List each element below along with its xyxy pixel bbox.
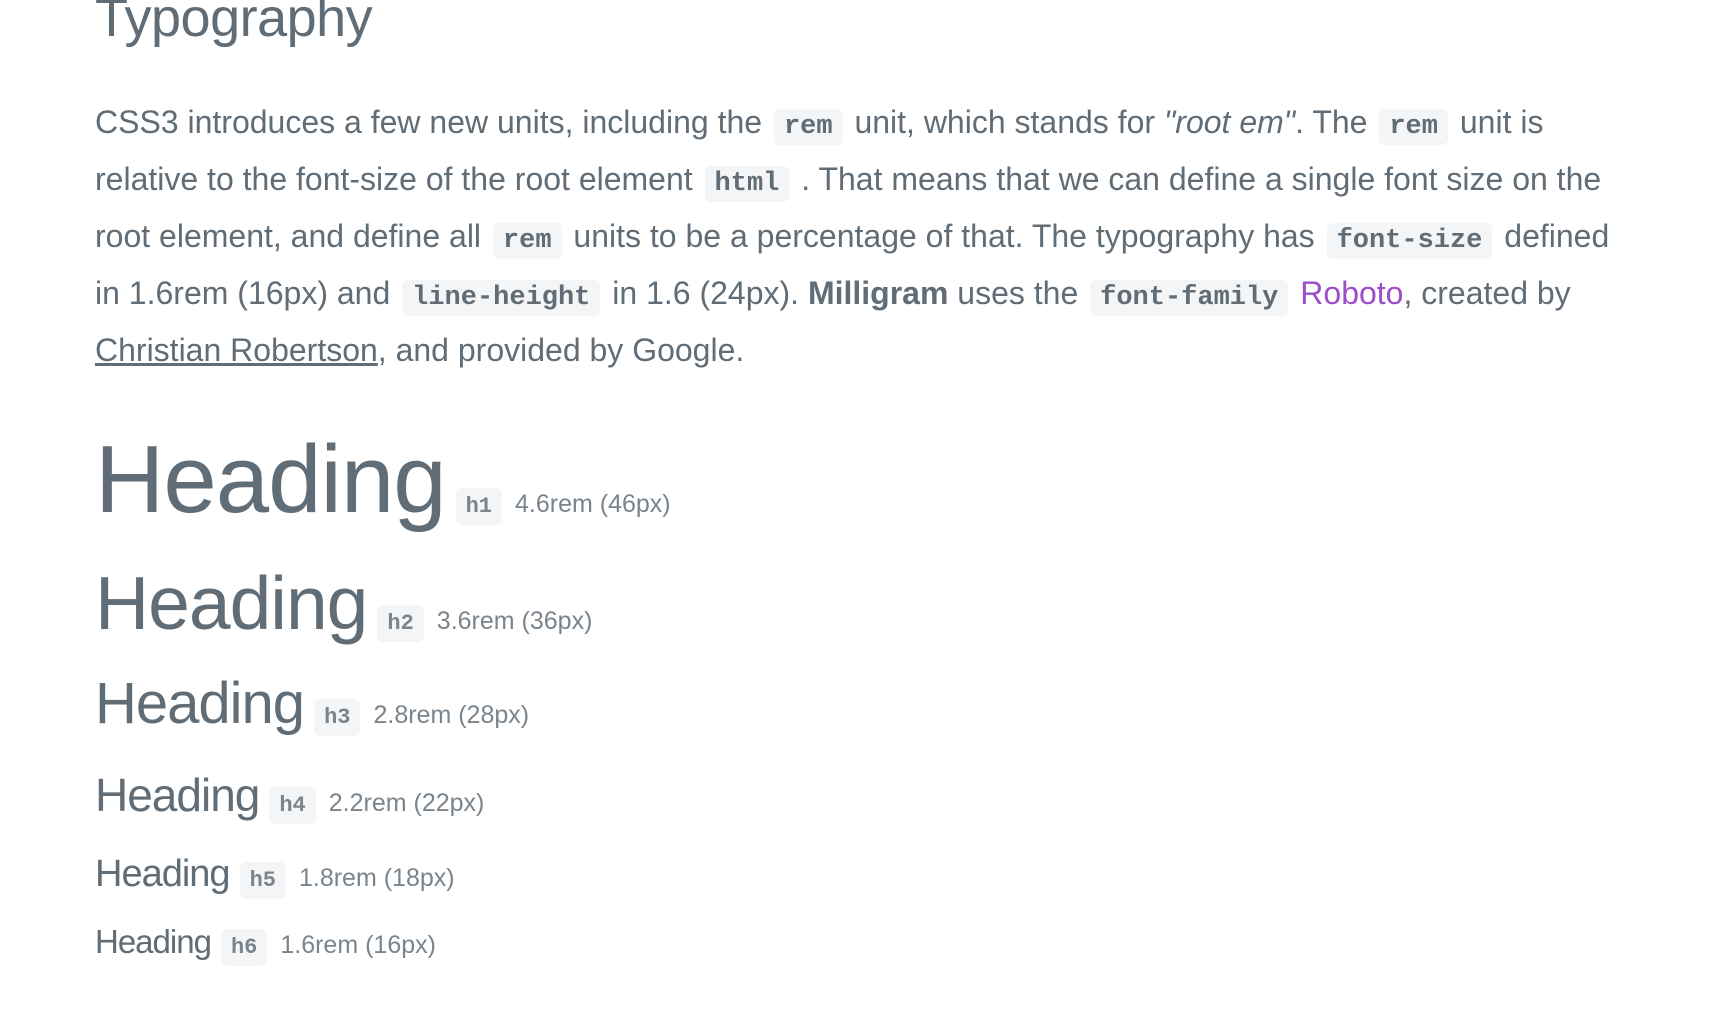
heading-sample-h5: Heading h5 1.8rem (18px) (95, 851, 455, 899)
intro-text: in 1.6 (24px). (603, 275, 808, 311)
heading-tag: h4 (269, 787, 316, 824)
heading-size-note: 4.6rem (46px) (515, 490, 671, 518)
code-rem: rem (1379, 109, 1448, 145)
brand-name: Milligram (807, 275, 949, 311)
heading-tag: h6 (220, 929, 268, 966)
intro-text: units to be a percentage of that. The ty… (564, 218, 1324, 254)
heading-size-note: 1.6rem (16px) (280, 931, 436, 959)
heading-text: Heading (95, 671, 305, 736)
heading-text: Heading (95, 561, 368, 645)
heading-size-note: 1.8rem (18px) (298, 864, 455, 892)
heading-tag: h1 (455, 488, 503, 525)
intro-text: unit, which stands for (845, 104, 1164, 140)
intro-text: , and provided by Google. (377, 332, 745, 368)
code-rem: rem (492, 223, 562, 259)
heading-tag: h5 (239, 862, 286, 899)
intro-emphasis: "root em" (1163, 104, 1296, 140)
intro-paragraph: CSS3 introduces a few new units, includi… (95, 96, 1635, 376)
heading-size-note: 2.2rem (22px) (328, 789, 485, 817)
code-html: html (704, 166, 790, 202)
code-font-family: font-family (1090, 280, 1289, 316)
christian-robertson-link[interactable]: Christian Robertson (95, 332, 378, 368)
section-title: Typography (95, 0, 373, 48)
code-rem: rem (773, 109, 843, 145)
heading-text: Heading (95, 923, 212, 960)
heading-sample-h1: Heading h1 4.6rem (46px) (95, 425, 671, 535)
intro-text: uses the (948, 275, 1088, 311)
roboto-link[interactable]: Roboto (1300, 275, 1403, 311)
intro-text (1291, 275, 1300, 311)
heading-sample-h6: Heading h6 1.6rem (16px) (95, 922, 436, 966)
heading-text: Heading (95, 426, 447, 533)
intro-text: CSS3 introduces a few new units, includi… (95, 104, 771, 140)
heading-size-note: 2.8rem (28px) (373, 701, 530, 729)
heading-sample-h3: Heading h3 2.8rem (28px) (95, 670, 529, 738)
heading-size-note: 3.6rem (36px) (436, 607, 593, 635)
typography-page: Typography CSS3 introduces a few new uni… (0, 0, 1716, 1014)
intro-text: , created by (1403, 275, 1571, 311)
code-font-size: font-size (1326, 223, 1493, 259)
heading-text: Heading (95, 853, 231, 895)
code-line-height: line-height (402, 280, 601, 316)
intro-text: . The (1295, 104, 1377, 140)
heading-tag: h3 (314, 699, 361, 736)
heading-text: Heading (95, 769, 260, 821)
heading-sample-h2: Heading h2 3.6rem (36px) (95, 560, 592, 646)
heading-sample-h4: Heading h4 2.2rem (22px) (95, 768, 484, 824)
heading-tag: h2 (377, 605, 424, 642)
